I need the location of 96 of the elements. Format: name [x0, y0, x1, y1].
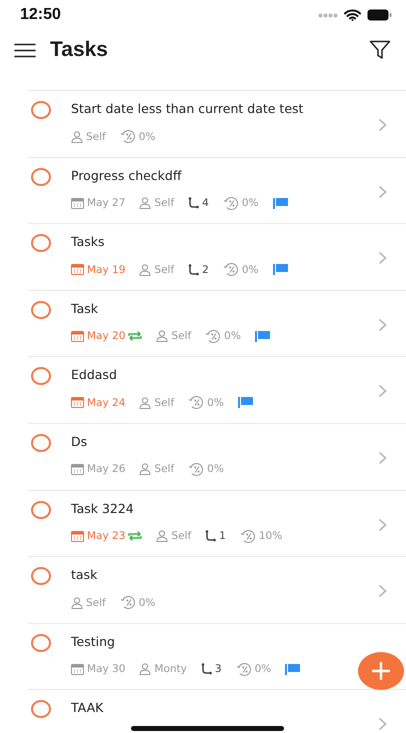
progress-icon — [120, 130, 136, 143]
assignee: Monty — [154, 663, 187, 676]
person-icon — [139, 197, 152, 210]
task-title: Testing — [71, 634, 116, 650]
progress-value: 10% — [258, 530, 282, 542]
subtask-count: 3 — [214, 663, 222, 676]
calendar-icon — [71, 264, 84, 276]
progress-icon — [205, 330, 222, 343]
calendar-icon — [71, 330, 84, 342]
task-title: TAAK — [71, 700, 104, 716]
add-button[interactable] — [358, 652, 404, 690]
battery-icon — [367, 9, 392, 21]
progress-value: 0% — [207, 463, 224, 476]
assignee: Self — [154, 264, 174, 276]
due-date: May 23 — [87, 530, 126, 542]
task-title: Eddasd — [71, 367, 118, 384]
chevron-icon[interactable] — [378, 118, 387, 132]
progress-icon — [188, 396, 204, 410]
person-icon — [71, 130, 83, 142]
person-icon — [139, 663, 152, 676]
person-icon — [71, 596, 83, 609]
assignee: Self — [154, 463, 174, 476]
progress-value: 0% — [224, 330, 241, 342]
subtask-icon — [200, 663, 212, 676]
subtask-count: 2 — [202, 264, 209, 276]
due-date: May 24 — [87, 396, 126, 409]
task-checkbox[interactable] — [31, 101, 51, 119]
task-checkbox[interactable] — [31, 567, 51, 586]
progress-icon — [222, 263, 239, 276]
screen-title: Tasks — [50, 38, 109, 62]
due-date: May 19 — [87, 264, 126, 276]
chevron-icon[interactable] — [378, 318, 387, 332]
due-date: May 20 — [87, 330, 126, 342]
assignee: Self — [86, 596, 106, 609]
progress-value: 0% — [254, 663, 272, 676]
filter-icon[interactable] — [369, 40, 391, 60]
person-icon — [156, 330, 168, 342]
plus-icon — [372, 662, 390, 680]
task-checkbox[interactable] — [31, 434, 51, 452]
person-icon — [156, 530, 168, 542]
progress-icon — [222, 196, 239, 210]
chevron-icon[interactable] — [378, 717, 387, 732]
progress-value: 0% — [138, 596, 156, 609]
chevron-icon[interactable] — [378, 384, 387, 398]
task-checkbox[interactable] — [31, 367, 51, 386]
progress-icon — [188, 462, 204, 476]
task-checkbox[interactable] — [31, 234, 51, 252]
assignee: Self — [154, 197, 174, 210]
progress-value: 0% — [242, 264, 259, 276]
task-checkbox[interactable] — [31, 168, 51, 186]
progress-value: 0% — [138, 130, 156, 142]
chevron-icon[interactable] — [378, 518, 387, 532]
subtask-icon — [188, 197, 200, 210]
subtask-icon — [205, 530, 216, 542]
status-time: 12:50 — [20, 6, 61, 24]
task-title: Start date less than current date test — [71, 101, 304, 117]
assignee: Self — [171, 530, 192, 542]
progress-icon — [240, 530, 256, 543]
task-title: Progress checkdff — [71, 168, 183, 184]
calendar-icon — [71, 198, 84, 209]
progress-value: 0% — [242, 197, 259, 210]
subtask-count: 1 — [219, 530, 226, 542]
calendar-icon — [71, 664, 84, 675]
assignee: Self — [171, 330, 192, 342]
chevron-icon[interactable] — [378, 251, 387, 266]
task-title: Tasks — [71, 234, 106, 250]
task-title: Ds — [71, 434, 88, 450]
chevron-icon[interactable] — [378, 450, 387, 465]
task-checkbox[interactable] — [31, 634, 51, 652]
task-title: Task — [71, 300, 99, 317]
progress-icon — [236, 662, 252, 676]
due-date: May 26 — [87, 463, 126, 476]
due-date: May 30 — [87, 663, 126, 676]
assignee: Self — [86, 130, 106, 142]
task-checkbox[interactable] — [31, 300, 51, 319]
due-date: May 27 — [87, 197, 126, 210]
task-title: task — [71, 567, 98, 584]
chevron-icon[interactable] — [378, 184, 387, 199]
signal-icon — [318, 12, 338, 18]
menu-icon[interactable] — [14, 42, 36, 58]
chevron-icon[interactable] — [378, 584, 387, 598]
wifi-icon — [344, 9, 361, 21]
task-checkbox[interactable] — [31, 500, 51, 519]
progress-icon — [120, 596, 136, 610]
assignee: Self — [154, 396, 174, 409]
task-checkbox[interactable] — [31, 700, 51, 718]
subtask-count: 4 — [202, 197, 209, 210]
subtask-icon — [188, 264, 200, 276]
person-icon — [139, 264, 152, 276]
person-icon — [139, 463, 152, 476]
calendar-icon — [71, 397, 84, 408]
progress-value: 0% — [207, 396, 224, 409]
person-icon — [139, 396, 152, 409]
task-title: Task 3224 — [71, 500, 135, 517]
calendar-icon — [71, 464, 84, 475]
calendar-icon — [71, 530, 84, 542]
